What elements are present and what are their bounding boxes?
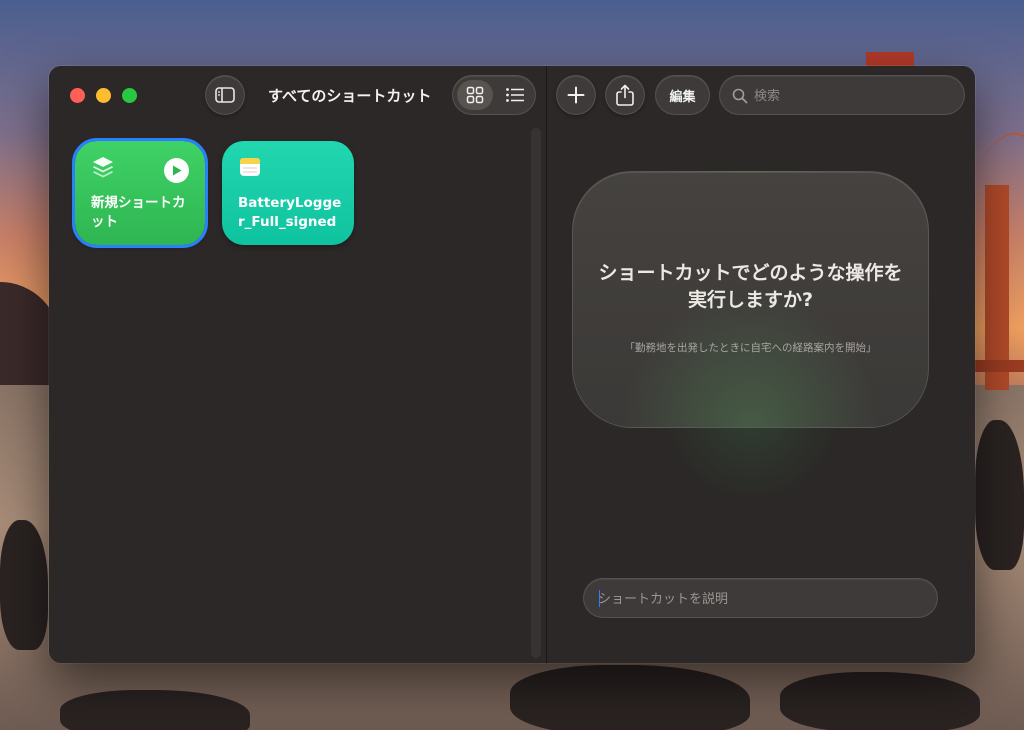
shortcut-tile-label: BatteryLogger_Full_signed: [238, 195, 342, 230]
share-button[interactable]: [605, 75, 645, 115]
list-view-button[interactable]: [497, 80, 533, 110]
grid-icon: [466, 86, 484, 104]
notes-icon: [240, 158, 260, 176]
wallpaper-rock: [975, 420, 1024, 570]
run-shortcut-button[interactable]: [164, 158, 189, 183]
assistant-prompt-example: 「勤務地を出発したときに自宅への経路案内を開始」: [624, 342, 877, 354]
view-mode-toggle: [452, 75, 536, 115]
layers-icon: [93, 157, 113, 178]
assistant-prompt-card: ショートカットでどのような操作を実行しますか? 「勤務地を出発したときに自宅への…: [572, 171, 929, 428]
minimize-window-button[interactable]: [96, 88, 111, 103]
assistant-prompt-title: ショートカットでどのような操作を実行しますか?: [598, 262, 903, 311]
plus-icon: [567, 86, 585, 104]
search-field[interactable]: [719, 75, 965, 115]
shortcuts-library-pane: すべてのショートカット 新規ショートカット BatteryLogger_Full…: [49, 66, 546, 663]
describe-shortcut-input[interactable]: [598, 588, 918, 610]
add-shortcut-button[interactable]: [556, 75, 596, 115]
window-title: すべてのショートカット: [268, 87, 432, 105]
wallpaper-rock: [780, 672, 980, 730]
list-icon: [506, 88, 524, 102]
sidebar-icon: [215, 87, 235, 103]
search-input[interactable]: [754, 85, 954, 107]
wallpaper-rock: [510, 665, 750, 730]
maximize-window-button[interactable]: [122, 88, 137, 103]
wallpaper-ship: [866, 52, 914, 66]
editor-pane: 編集 ショートカットでどのような操作を実行しますか? 「勤務地を出発したときに自…: [547, 66, 975, 663]
sidebar-toggle-button[interactable]: [205, 75, 245, 115]
grid-view-button[interactable]: [457, 80, 493, 110]
shortcuts-window: すべてのショートカット 新規ショートカット BatteryLogger_Full…: [49, 66, 975, 663]
wallpaper-bridge-deck: [975, 360, 1024, 372]
shortcut-tile[interactable]: 新規ショートカット: [72, 138, 208, 248]
library-scrollbar[interactable]: [531, 128, 541, 658]
shortcut-tile[interactable]: BatteryLogger_Full_signed: [222, 141, 354, 245]
wallpaper-rock: [0, 520, 48, 650]
search-icon: [732, 88, 748, 104]
describe-shortcut-field[interactable]: [583, 578, 938, 618]
shortcut-tile-label: 新規ショートカット: [91, 195, 186, 230]
share-icon: [616, 84, 634, 106]
play-icon: [172, 165, 181, 176]
close-window-button[interactable]: [70, 88, 85, 103]
edit-button[interactable]: 編集: [655, 75, 710, 115]
